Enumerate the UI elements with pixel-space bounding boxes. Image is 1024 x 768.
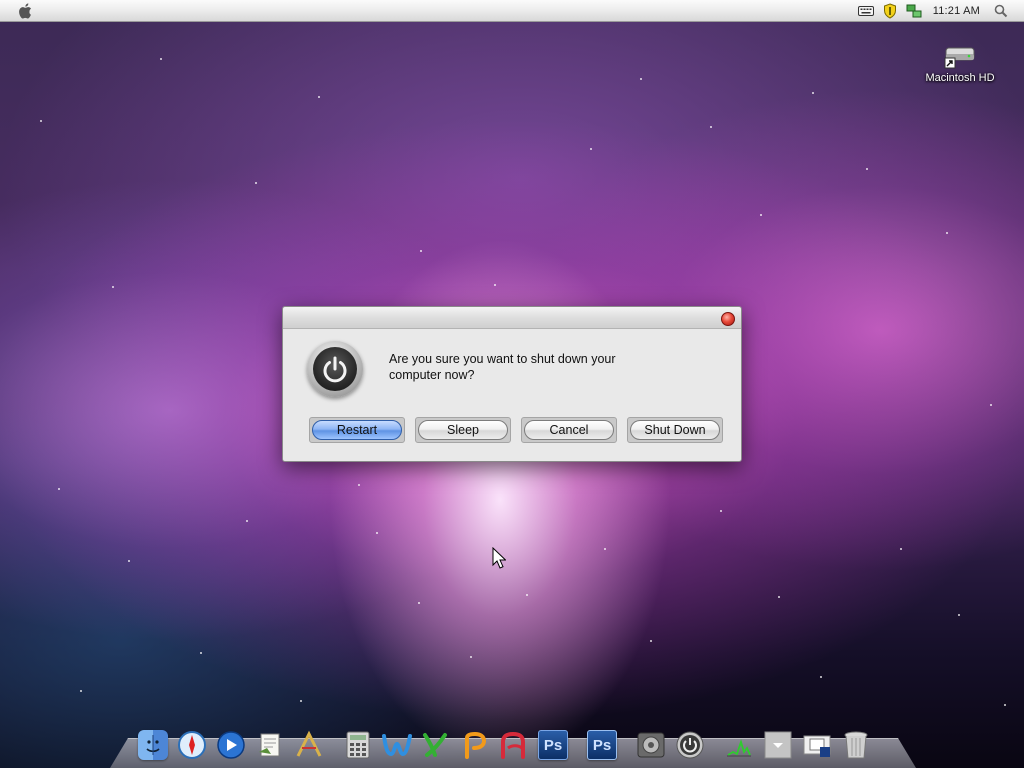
system-preferences-icon[interactable] xyxy=(634,728,668,762)
photoshop-icon[interactable]: Ps xyxy=(536,728,570,762)
power-icon xyxy=(307,341,363,397)
dialog-buttons: Restart Sleep Cancel Shut Down xyxy=(309,417,723,443)
dock-items: Ps Ps xyxy=(136,722,878,762)
activity-monitor-icon[interactable] xyxy=(722,728,756,762)
menu-bar: 11:21 AM xyxy=(0,0,1024,22)
apple-menu-icon[interactable] xyxy=(18,2,34,20)
finder-icon[interactable] xyxy=(136,728,170,762)
trash-icon[interactable] xyxy=(839,728,873,762)
restart-button[interactable]: Restart xyxy=(312,420,402,440)
access-icon[interactable] xyxy=(497,728,531,762)
cancel-button[interactable]: Cancel xyxy=(524,420,614,440)
text-editor-icon[interactable] xyxy=(292,728,326,762)
spotlight-search-icon[interactable] xyxy=(992,3,1010,19)
desktop-icon-macintosh-hd[interactable]: Macintosh HD xyxy=(922,40,998,84)
shut-down-button[interactable]: Shut Down xyxy=(630,420,720,440)
word-icon[interactable] xyxy=(380,728,414,762)
excel-icon[interactable] xyxy=(419,728,453,762)
preview-icon[interactable] xyxy=(253,728,287,762)
close-button[interactable] xyxy=(721,312,735,326)
mouse-cursor-icon xyxy=(492,547,506,569)
hard-drive-icon xyxy=(944,47,975,69)
dialog-body: Are you sure you want to shut down your … xyxy=(283,329,741,462)
quicktime-icon[interactable] xyxy=(214,728,248,762)
security-shield-icon[interactable] xyxy=(881,2,899,19)
safari-icon[interactable] xyxy=(175,728,209,762)
dialog-titlebar[interactable] xyxy=(283,307,741,329)
powerpoint-icon[interactable] xyxy=(458,728,492,762)
sleep-button[interactable]: Sleep xyxy=(418,420,508,440)
dialog-message: Are you sure you want to shut down your … xyxy=(389,352,616,382)
desktop-icon-label: Macintosh HD xyxy=(925,72,995,84)
image-folder-icon[interactable] xyxy=(800,728,834,762)
shutdown-dialog: Are you sure you want to shut down your … xyxy=(282,306,742,462)
calculator-icon[interactable] xyxy=(341,728,375,762)
power-icon[interactable] xyxy=(673,728,707,762)
keyboard-icon[interactable] xyxy=(857,3,875,19)
downloads-stack-icon[interactable] xyxy=(761,728,795,762)
menubar-clock[interactable]: 11:21 AM xyxy=(933,5,980,17)
network-icon[interactable] xyxy=(905,3,923,19)
photoshop-cs-icon[interactable]: Ps xyxy=(585,728,619,762)
